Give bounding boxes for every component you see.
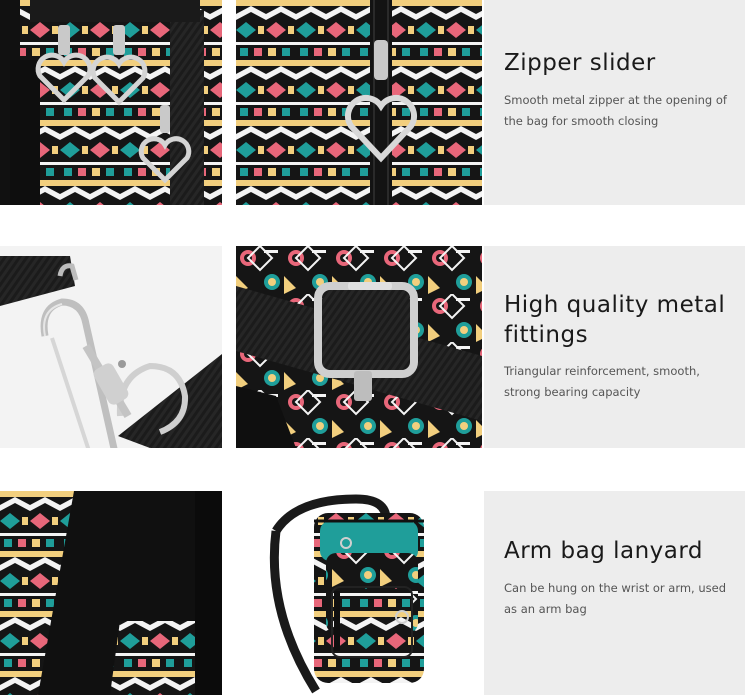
swivel-hook-photo [0,246,222,448]
crossbody-bag-icon [236,491,482,695]
pattern-closeup-photo [0,491,222,695]
crossbody-bag-photo [236,491,482,695]
feature-description: Can be hung on the wrist or arm, used as… [504,581,727,616]
zipper-slider-photo [236,0,482,205]
feature-description: Smooth metal zipper at the opening of th… [504,93,727,128]
feature-row-zipper: Zipper slider Smooth metal zipper at the… [0,0,745,205]
lanyard-feature-text-panel: Arm bag lanyard Can be hung on the wrist… [484,491,745,695]
feature-title: Zipper slider [504,50,656,76]
zipper-feature-text-panel: Zipper slider Smooth metal zipper at the… [484,0,745,205]
feature-row-fittings: High quality metal fittings Triangular r… [0,246,745,448]
feature-description: Triangular reinforcement, smooth, strong… [504,364,700,399]
feature-title: High quality metal fittings [504,292,726,348]
buckle-photo [236,246,482,448]
feature-row-lanyard: Arm bag lanyard Can be hung on the wrist… [0,491,745,695]
feature-title: Arm bag lanyard [504,538,704,564]
fittings-feature-text-panel: High quality metal fittings Triangular r… [484,246,745,448]
zipper-closeup-photo [0,0,222,205]
